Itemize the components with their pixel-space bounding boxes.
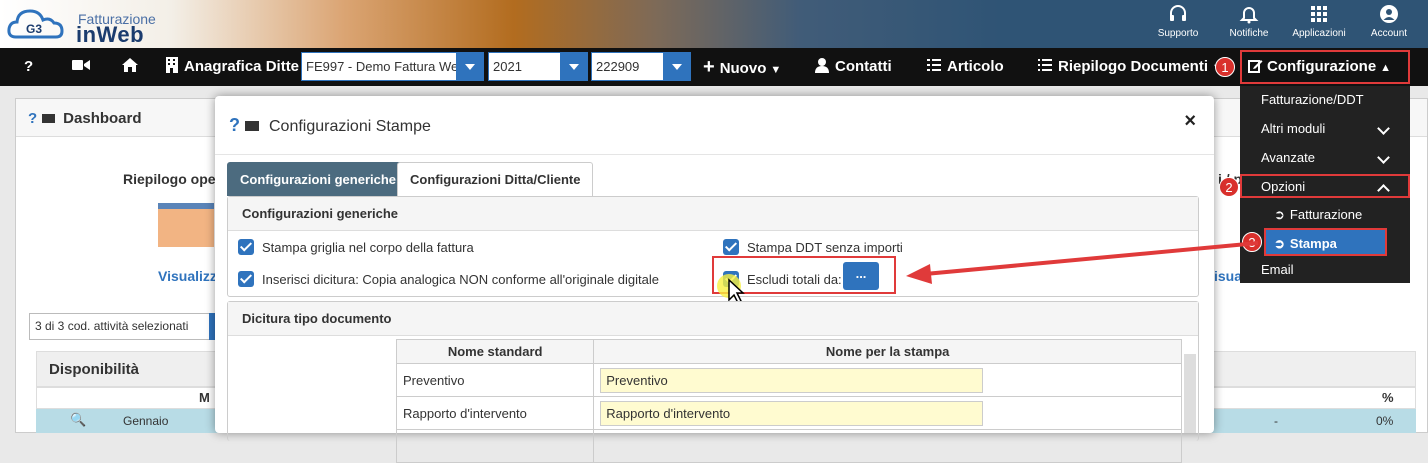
annotation-arrows <box>906 241 1259 284</box>
table-row <box>395 429 1182 463</box>
nome-standard-cell <box>395 429 595 463</box>
nome-stampa-cell <box>593 429 1182 463</box>
